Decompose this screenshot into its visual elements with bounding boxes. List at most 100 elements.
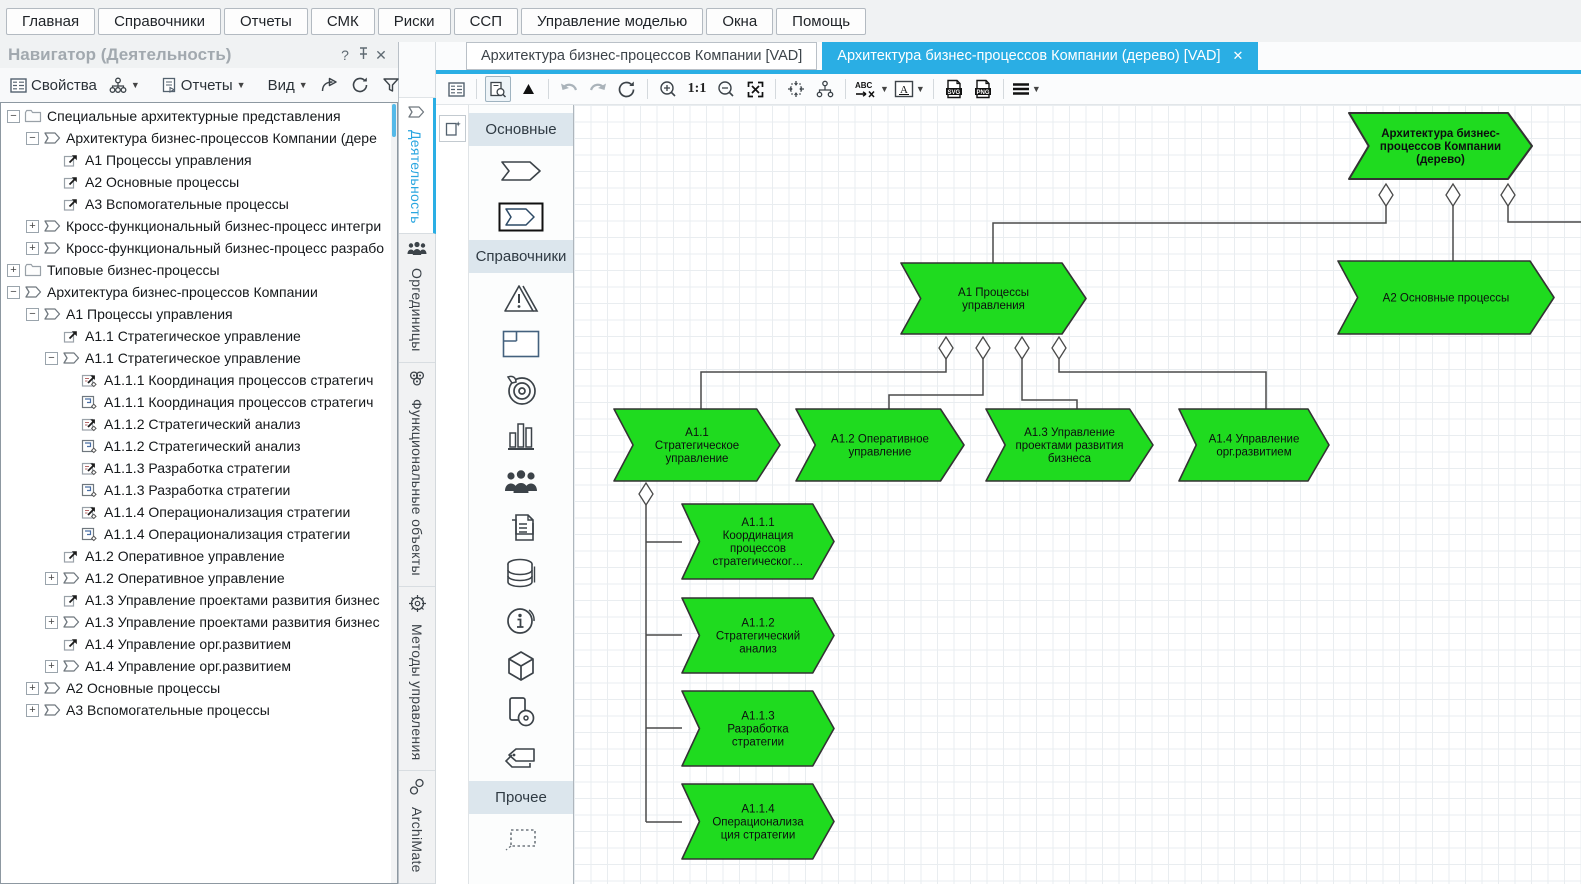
palette-item-goal-target[interactable] [469,367,573,413]
menu-item-1[interactable]: Главная [6,8,95,35]
tree-item[interactable]: А1 Процессы управления [1,149,397,171]
tree-item[interactable]: −А1.1 Стратегическое управление [1,347,397,369]
hierarchy-button[interactable]: ▼ [105,75,144,96]
tree-item[interactable]: А1.2 Оперативное управление [1,545,397,567]
share-button[interactable] [316,75,343,95]
help-icon[interactable]: ? [336,47,354,63]
vad-node-a14[interactable]: А1.4 Управлениеорг.развитием [1179,409,1329,481]
tree-item[interactable]: +А3 Вспомогательные процессы [1,699,397,721]
diagram-properties-button[interactable] [444,77,468,101]
export-png-button[interactable]: PNG [971,77,995,101]
palette-item-database[interactable] [469,551,573,597]
menu-item-6[interactable]: ССП [454,8,518,35]
vad-node-a113[interactable]: А1.1.3Разработкастратегии [682,691,834,766]
menu-item-9[interactable]: Помощь [776,8,866,35]
tree-item[interactable]: +Кросс-функциональный бизнес-процесс инт… [1,215,397,237]
expand-icon[interactable]: + [45,616,58,629]
tree-item[interactable]: +А1.3 Управление проектами развития бизн… [1,611,397,633]
vad-node-a112[interactable]: А1.1.2Стратегическийанализ [682,598,834,673]
tab-close-icon[interactable]: ✕ [1233,48,1244,64]
palette-item-term-tag[interactable] [469,735,573,781]
tree-item[interactable]: А1.1.4 Операционализация стратегии [1,501,397,523]
tree-item[interactable]: А1.1.2 Стратегический анализ [1,413,397,435]
tree-item[interactable]: А1.3 Управление проектами развития бизне… [1,589,397,611]
close-icon[interactable]: ✕ [372,47,390,64]
palette-item-subjects-people[interactable] [469,459,573,505]
tree-layout-button[interactable] [813,77,837,101]
tree-item[interactable]: +А2 Основные процессы [1,677,397,699]
palette-item-object-cube[interactable] [469,643,573,689]
pin-icon[interactable] [354,47,372,63]
export-svg-button[interactable]: SVG [942,77,966,101]
vad-node-a13[interactable]: А1.3 Управлениепроектами развитиябизнеса [986,409,1153,481]
vad-node-a1[interactable]: А1 Процессыуправления [901,263,1086,334]
vad-node-a111[interactable]: А1.1.1Координацияпроцессовстратегическог… [682,504,834,579]
refresh-button[interactable] [347,74,374,96]
expand-icon[interactable]: + [7,264,20,277]
palette-item-dotted-area[interactable] [469,816,573,862]
collapse-icon[interactable]: − [26,132,39,145]
fit-objects-button[interactable] [784,77,808,101]
vad-node-a114[interactable]: А1.1.4Операционализация стратегии [682,784,834,859]
vad-node-a2[interactable]: А2 Основные процессы [1338,261,1554,334]
palette-item-information[interactable] [469,597,573,643]
tree-item[interactable]: А1.1.4 Операционализация стратегии [1,523,397,545]
font-button[interactable]: A ▼ [894,77,925,101]
spellcheck-button[interactable]: ABC ▼ [854,77,889,101]
collapse-icon[interactable]: − [45,352,58,365]
palette-section-header[interactable]: Справочники [469,240,573,273]
tree-item[interactable]: +Типовые бизнес-процессы [1,259,397,281]
tree-item[interactable]: +Кросс-функциональный бизнес-процесс раз… [1,237,397,259]
vad-node-root[interactable]: Архитектура бизнес-процессов Компании(де… [1349,113,1532,179]
menu-item-7[interactable]: Управление моделью [521,8,703,35]
tree-item[interactable]: −Архитектура бизнес-процессов Компании (… [1,127,397,149]
collapse-icon[interactable]: − [7,110,20,123]
zoom-out-button[interactable] [714,77,738,101]
menu-item-2[interactable]: Справочники [98,8,221,35]
tree-item[interactable]: −Специальные архитектурные представления [1,105,397,127]
new-diagram-button[interactable] [439,115,466,142]
tree-item[interactable]: А1.1.3 Разработка стратегии [1,479,397,501]
redo-button[interactable] [586,77,610,101]
palette-item-risk-triangle[interactable] [469,275,573,321]
expand-icon[interactable]: + [26,704,39,717]
undo-button[interactable] [557,77,581,101]
tree-scrollbar-thumb[interactable] [392,104,396,137]
palette-section-header[interactable]: Основные [469,113,573,146]
tree-item[interactable]: +А1.4 Управление орг.развитием [1,655,397,677]
palette-item-vad-process[interactable] [469,148,573,194]
collapse-icon[interactable]: − [26,308,39,321]
palette-item-indicator-chart[interactable] [469,413,573,459]
diagram-menu-button[interactable]: ▼ [1012,77,1041,101]
vad-node-a11[interactable]: А1.1Стратегическоеуправление [614,409,780,481]
palette-section-header[interactable]: Прочее [469,781,573,814]
vad-node-a12[interactable]: А1.2 Оперативноеуправление [796,409,964,481]
document-tab-2[interactable]: Архитектура бизнес-процессов Компании (д… [822,42,1258,70]
zoom-100-button[interactable]: 1:1 [685,77,709,101]
tree-item[interactable]: А1.1.1 Координация процессов стратегич [1,369,397,391]
tree-item[interactable]: А2 Основные процессы [1,171,397,193]
fit-to-screen-button[interactable] [743,77,767,101]
document-tab-1[interactable]: Архитектура бизнес-процессов Компании [V… [466,42,817,70]
tree-item[interactable]: А1.1.1 Координация процессов стратегич [1,391,397,413]
side-tab-wheel[interactable]: Методы управления [399,587,435,771]
menu-item-5[interactable]: Риски [378,8,451,35]
expand-icon[interactable]: + [45,660,58,673]
side-tab-people[interactable]: Оргединицы [399,234,435,363]
menu-item-3[interactable]: Отчеты [224,8,308,35]
reports-button[interactable]: Отчеты▼ [158,75,250,96]
tree-item[interactable]: А3 Вспомогательные процессы [1,193,397,215]
palette-item-documents[interactable] [469,505,573,551]
tree-item[interactable]: А1.4 Управление орг.развитием [1,633,397,655]
tree-item[interactable]: −Архитектура бизнес-процессов Компании [1,281,397,303]
menu-item-4[interactable]: СМК [311,8,375,35]
tree-item[interactable]: −А1 Процессы управления [1,303,397,325]
tree-item[interactable]: А1.1 Стратегическое управление [1,325,397,347]
side-tab-archimate[interactable]: ArchiMate [399,771,435,884]
expand-icon[interactable]: + [26,682,39,695]
view-button[interactable]: Вид▼ [264,75,312,96]
expand-icon[interactable]: + [26,220,39,233]
tree-item[interactable]: А1.1.3 Разработка стратегии [1,457,397,479]
palette-item-frame[interactable] [469,321,573,367]
expand-icon[interactable]: + [45,572,58,585]
